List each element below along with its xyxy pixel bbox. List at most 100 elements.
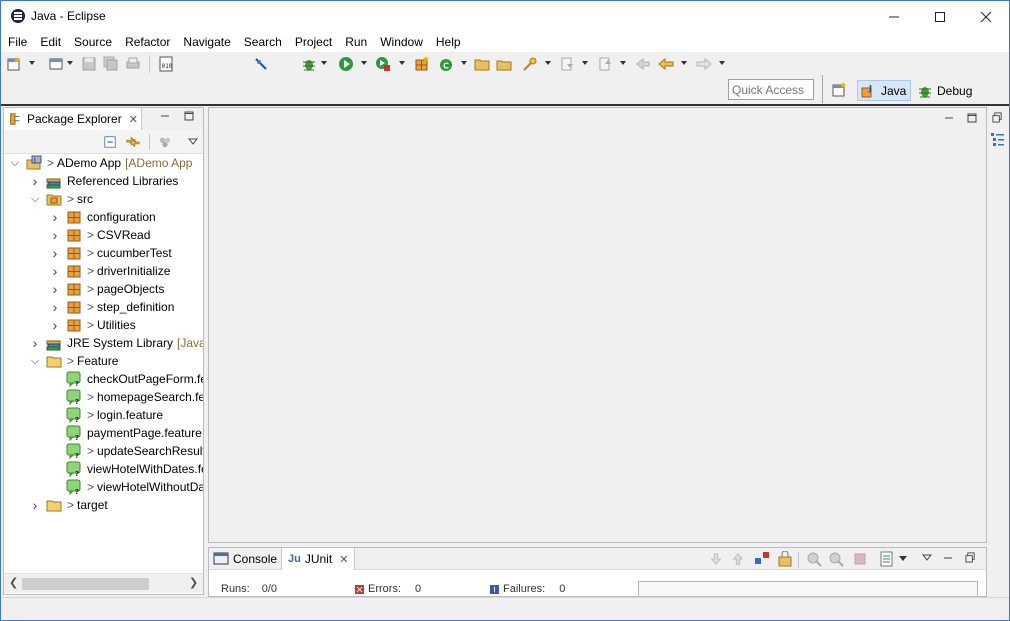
editor-area[interactable] <box>208 107 987 543</box>
horizontal-scrollbar[interactable]: ❮ ❯ <box>4 573 203 593</box>
tree-item[interactable]: ⌵ > src <box>30 190 93 208</box>
tree-item[interactable]: › JRE System Library[JavaSE <box>30 334 203 352</box>
outline-icon[interactable] <box>990 131 1006 147</box>
tree-item[interactable]: ? paymentPage.feature <box>50 424 202 442</box>
scroll-lock-icon[interactable] <box>777 551 793 567</box>
restore-icon[interactable] <box>992 112 1003 123</box>
tree-item[interactable]: ? > viewHotelWithoutDates.feature <box>50 478 203 496</box>
save-all-icon[interactable] <box>103 56 119 72</box>
chevron-right-icon[interactable]: › <box>30 173 40 189</box>
show-failures-only-icon[interactable] <box>754 551 770 567</box>
menu-file[interactable]: File <box>8 32 34 52</box>
toggle-breakpoints-icon[interactable] <box>253 56 269 72</box>
tab-console[interactable]: Console <box>213 548 277 570</box>
tree-item[interactable]: ? viewHotelWithDates.feature <box>50 460 203 478</box>
rerun-test-icon[interactable] <box>806 551 822 567</box>
new-icon[interactable] <box>6 56 22 72</box>
tree-item[interactable]: › > driverInitialize <box>50 262 171 280</box>
maximize-view-icon[interactable] <box>184 111 194 121</box>
coverage-dropdown-arrow[interactable] <box>399 61 405 65</box>
scroll-left-icon[interactable]: ❮ <box>9 576 18 589</box>
chevron-right-icon[interactable]: › <box>50 245 60 261</box>
minimize-editor-icon[interactable] <box>944 113 954 123</box>
tree-item[interactable]: › Referenced Libraries <box>30 172 179 190</box>
minimize-button[interactable] <box>871 1 917 32</box>
menu-source[interactable]: Source <box>74 32 119 52</box>
open-perspective-icon[interactable] <box>831 82 847 98</box>
menu-navigate[interactable]: Navigate <box>183 32 237 52</box>
chevron-right-icon[interactable]: › <box>50 209 60 225</box>
next-annotation-dropdown-arrow[interactable] <box>582 61 588 65</box>
chevron-right-icon[interactable]: › <box>50 299 60 315</box>
scrollbar-thumb[interactable] <box>22 578 149 590</box>
java-perspective-button[interactable]: J Java <box>857 80 911 101</box>
chevron-down-icon[interactable]: ⌵ <box>30 193 40 205</box>
tree-item[interactable]: ? > updateSearchResult.feature <box>50 442 203 460</box>
back-dropdown-arrow[interactable] <box>681 61 687 65</box>
link-with-editor-icon[interactable] <box>125 135 141 149</box>
binary-icon[interactable]: 010 <box>158 56 174 72</box>
scroll-right-icon[interactable]: ❯ <box>189 576 198 589</box>
debug-icon[interactable] <box>301 56 317 72</box>
search-icon[interactable] <box>522 56 538 72</box>
print-icon[interactable] <box>125 56 141 72</box>
save-icon[interactable] <box>81 56 97 72</box>
menu-project[interactable]: Project <box>295 32 339 52</box>
new-java-class-icon[interactable]: C <box>438 56 454 72</box>
stop-icon[interactable] <box>854 553 866 565</box>
close-view-icon[interactable]: ✕ <box>129 113 138 126</box>
open-folder-icon[interactable] <box>474 56 490 72</box>
tree-item[interactable]: ? > login.feature <box>50 406 163 424</box>
tree-item[interactable]: › > Utilities <box>50 316 136 334</box>
quick-access-input[interactable] <box>728 79 814 100</box>
new-dropdown-arrow[interactable] <box>29 61 35 65</box>
chevron-right-icon[interactable]: › <box>50 263 60 279</box>
open-type-icon[interactable] <box>48 56 64 72</box>
tree-item[interactable]: › > pageObjects <box>50 280 165 298</box>
focus-icon[interactable] <box>158 135 172 149</box>
tree-item[interactable]: ? > homepageSearch.feature <box>50 388 203 406</box>
next-annotation-icon[interactable] <box>559 56 575 72</box>
menu-search[interactable]: Search <box>244 32 289 52</box>
last-edit-location-icon[interactable] <box>635 56 651 72</box>
rerun-failed-first-icon[interactable] <box>828 551 844 567</box>
tree-item[interactable]: › > target <box>30 496 108 514</box>
debug-perspective-button[interactable]: Debug <box>915 80 979 101</box>
close-junit-icon[interactable]: ✕ <box>339 553 348 566</box>
tree-item[interactable]: › > CSVRead <box>50 226 151 244</box>
chevron-right-icon[interactable]: › <box>30 497 40 513</box>
tree-item[interactable]: › > step_definition <box>50 298 175 316</box>
maximize-button[interactable] <box>917 1 963 32</box>
test-run-history-icon[interactable] <box>879 551 895 567</box>
collapse-all-icon[interactable] <box>103 135 117 149</box>
tree-item[interactable]: ? checkOutPageForm.feature <box>50 370 203 388</box>
coverage-icon[interactable] <box>375 56 391 72</box>
view-menu-icon[interactable] <box>188 138 198 146</box>
search-dropdown-arrow[interactable] <box>545 61 551 65</box>
previous-annotation-icon[interactable] <box>597 56 613 72</box>
tree-item[interactable]: › > cucumberTest <box>50 244 172 262</box>
view-menu-icon[interactable] <box>922 554 932 562</box>
forward-dropdown-arrow[interactable] <box>719 61 725 65</box>
minimize-view-icon[interactable] <box>160 111 170 121</box>
back-arrow-icon[interactable] <box>658 56 674 72</box>
tree-item[interactable]: › configuration <box>50 208 156 226</box>
run-icon[interactable] <box>338 56 354 72</box>
close-button[interactable] <box>963 1 1009 32</box>
menu-refactor[interactable]: Refactor <box>125 32 177 52</box>
menu-edit[interactable]: Edit <box>40 32 68 52</box>
menu-run[interactable]: Run <box>345 32 374 52</box>
minimize-junit-icon[interactable] <box>943 553 953 563</box>
chevron-down-icon[interactable]: ⌵ <box>10 157 20 169</box>
new-class-dropdown-arrow[interactable] <box>461 61 467 65</box>
tree-item[interactable]: ⌵ > Feature <box>30 352 119 370</box>
chevron-right-icon[interactable]: › <box>30 335 40 351</box>
chevron-right-icon[interactable]: › <box>50 281 60 297</box>
package-explorer-tab[interactable]: Package Explorer ✕ <box>4 108 142 130</box>
tab-junit[interactable]: Ju JUnit ✕ <box>281 548 356 570</box>
chevron-down-icon[interactable]: ⌵ <box>30 355 40 367</box>
menu-window[interactable]: Window <box>380 32 430 52</box>
new-java-package-icon[interactable] <box>414 56 430 72</box>
debug-dropdown-arrow[interactable] <box>321 61 327 65</box>
forward-arrow-icon[interactable] <box>696 56 712 72</box>
